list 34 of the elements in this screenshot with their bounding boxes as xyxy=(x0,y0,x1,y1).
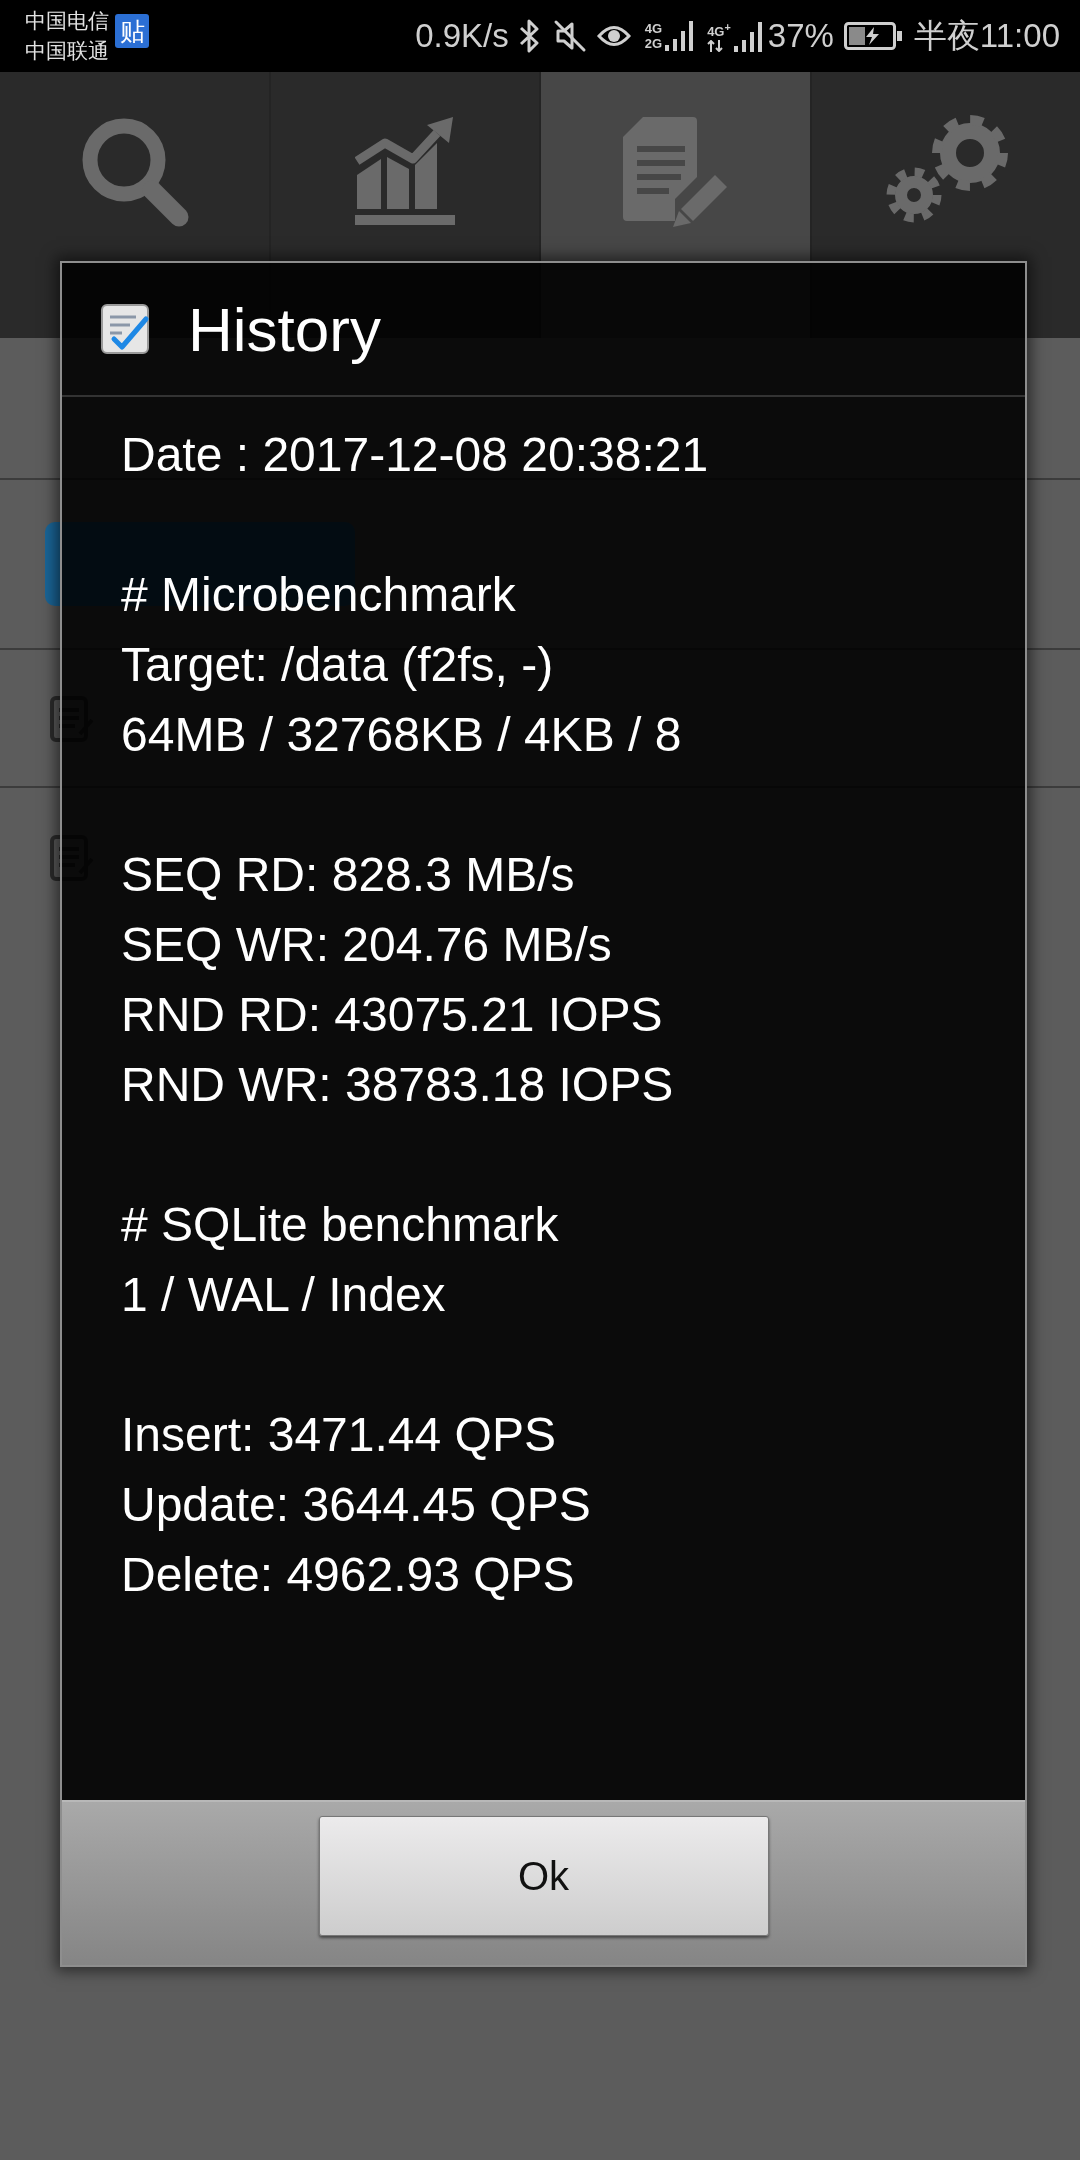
bluetooth-icon xyxy=(518,19,539,53)
network-speed: 0.9K/s xyxy=(415,17,509,55)
carrier-name: 中国电信 xyxy=(25,8,109,34)
info-line: Delete: 4962.93 QPS xyxy=(121,1547,575,1603)
info-line: RND WR: 38783.18 IOPS xyxy=(121,1057,674,1113)
ok-button[interactable]: Ok xyxy=(318,1816,769,1936)
info-line: Date : 2017-12-08 20:38:21 xyxy=(121,427,709,483)
chart-icon xyxy=(354,114,455,228)
notification-badge: 贴 xyxy=(115,14,149,48)
document-pencil-icon xyxy=(621,114,730,228)
info-line: # SQLite benchmark xyxy=(121,1197,559,1253)
signal-bars-icon xyxy=(733,21,764,52)
info-line: 64MB / 32768KB / 4KB / 8 xyxy=(121,707,682,763)
data-arrows-icon xyxy=(707,39,724,52)
info-line: RND RD: 43075.21 IOPS xyxy=(121,987,663,1043)
dialog-title: History xyxy=(188,293,381,365)
info-line: Target: /data (f2fs, -) xyxy=(121,637,554,693)
battery-charging-icon xyxy=(843,22,902,50)
network-type-label: 4G$^{+}$ xyxy=(707,20,731,40)
clock-time: 半夜11:00 xyxy=(913,15,1060,56)
info-line: 1 / WAL / Index xyxy=(121,1267,446,1323)
eye-icon xyxy=(596,23,631,49)
checklist-icon xyxy=(100,303,152,355)
mute-icon xyxy=(552,19,587,53)
info-line: SEQ WR: 204.76 MB/s xyxy=(121,917,612,973)
info-line: Update: 3644.45 QPS xyxy=(121,1477,591,1533)
network-type-label: 2G xyxy=(644,36,663,51)
info-line: # Microbenchmark xyxy=(121,567,516,623)
info-line: Insert: 3471.44 QPS xyxy=(121,1407,556,1463)
network-type-label: 4G xyxy=(644,21,663,36)
carrier-name: 中国联通 xyxy=(25,38,109,64)
info-line: SEQ RD: 828.3 MB/s xyxy=(121,847,575,903)
battery-percentage: 37% xyxy=(767,17,834,55)
signal-bars-icon xyxy=(665,21,696,51)
